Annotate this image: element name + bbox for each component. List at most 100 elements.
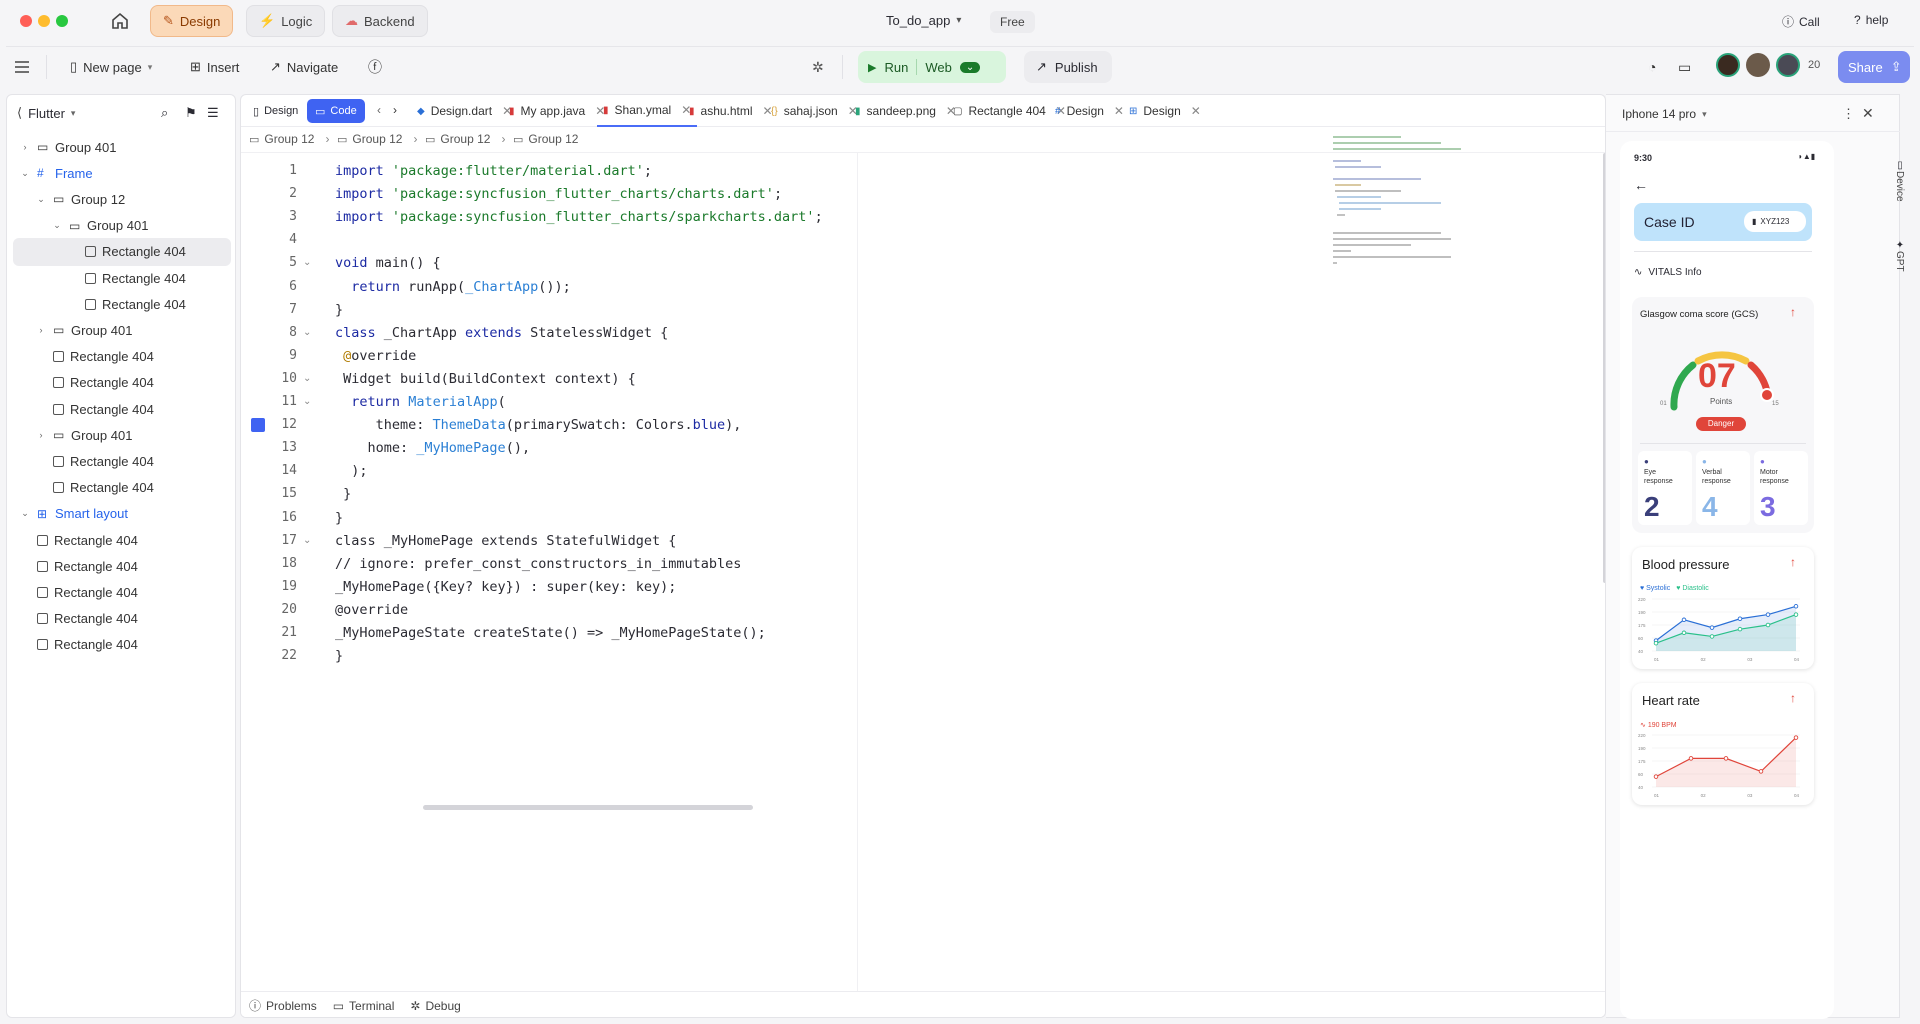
layer-row[interactable]: ⌄ ⊞ Smart layout [13,500,231,528]
new-page-button[interactable]: ▯ New page ▾ [70,55,152,79]
layer-row[interactable]: Rectangle 404 [13,605,231,633]
layer-row[interactable]: Rectangle 404 [13,631,231,659]
avatar[interactable] [1776,53,1800,77]
file-tab[interactable]: ⊞ Design ✕ [1123,95,1207,127]
code-line[interactable]: } [335,486,351,502]
filter-icon[interactable]: ☰ [207,105,219,121]
code-line[interactable]: return MaterialApp( [335,394,505,410]
layer-row[interactable]: › ▭ Group 401 [13,133,231,161]
help-button[interactable]: ? help [1854,13,1888,27]
fold-chevron-icon[interactable]: ⌄ [303,535,311,546]
code-line[interactable]: void main() { [335,255,441,271]
breadcrumb-item[interactable]: ▭ Group 12 › [425,132,505,146]
call-button[interactable]: ⓘ Call [1782,13,1820,30]
code-line[interactable]: _MyHomePage({Key? key}) : super(key: key… [335,579,676,595]
code-line[interactable]: theme: ThemeData(primarySwatch: Colors.b… [335,417,742,433]
more-options-icon[interactable]: ⋮ [1842,106,1855,122]
layer-row[interactable]: › ▭ Group 401 [13,316,231,344]
layer-row[interactable]: Rectangle 404 [13,237,231,266]
chevron-down-icon[interactable]: ⌄ [19,508,31,519]
framework-selector[interactable]: ⟨ Flutter ▾ [17,105,75,121]
chevron-down-icon[interactable]: ⌄ [35,194,47,205]
layer-row[interactable]: ⌄ # Frame [13,159,231,187]
chevron-right-icon[interactable]: › [19,142,31,152]
chevron-right-icon[interactable]: › [35,325,47,335]
chevron-down-icon[interactable]: ⌄ [19,168,31,179]
view-code-toggle[interactable]: ▭ Code [307,99,365,123]
layer-row[interactable]: Rectangle 404 [13,264,231,292]
fold-chevron-icon[interactable]: ⌄ [303,373,311,384]
code-line[interactable]: _MyHomePageState createState() => _MyHom… [335,625,766,641]
menu-icon[interactable] [14,55,30,79]
layer-row[interactable]: Rectangle 404 [13,526,231,554]
avatar[interactable] [1746,53,1770,77]
code-line[interactable]: class _MyHomePage extends StatefulWidget… [335,533,676,549]
layer-row[interactable]: ⌄ ▭ Group 12 [13,185,231,213]
share-button[interactable]: Share ⇪ [1838,51,1910,83]
avatar[interactable] [1716,53,1740,77]
fold-chevron-icon[interactable]: ⌄ [303,327,311,338]
comment-icon[interactable]: ▭ [1678,55,1691,79]
nav-forward-icon[interactable]: › [393,103,397,117]
code-line[interactable]: Widget build(BuildContext context) { [335,371,636,387]
layer-row[interactable]: Rectangle 404 [13,578,231,606]
code-line[interactable]: ); [335,463,367,479]
code-line[interactable]: class _ChartApp extends StatelessWidget … [335,325,668,341]
layer-row[interactable]: › ▭ Group 401 [13,421,231,449]
layer-row[interactable]: Rectangle 404 [13,474,231,502]
mode-design-button[interactable]: ✎ Design [150,5,234,37]
code-line[interactable]: home: _MyHomePage(), [335,440,531,456]
layer-row[interactable]: Rectangle 404 [13,290,231,318]
horizontal-scrollbar[interactable] [423,805,753,810]
debug-button[interactable]: ✲ Debug [410,999,460,1013]
project-selector[interactable]: To_do_app ▾ [886,13,961,28]
code-line[interactable]: } [335,510,343,526]
file-tab[interactable]: ▮ My app.java ✕ [503,95,611,127]
breadcrumb-item[interactable]: ▭ Group 12 › [249,132,329,146]
headset-icon[interactable]: ◔ [1648,55,1656,79]
window-close-button[interactable] [20,15,32,27]
search-icon[interactable]: ⌕ [161,105,168,121]
file-tab[interactable]: ▮ sandeep.png ✕ [849,95,962,127]
layer-row[interactable]: ⌄ ▭ Group 401 [13,212,231,240]
code-line[interactable]: @override [335,602,408,618]
fold-chevron-icon[interactable]: ⌄ [303,257,311,268]
breadcrumb-item[interactable]: ▭ Group 12 [513,132,578,146]
terminal-button[interactable]: ▭ Terminal [333,999,395,1013]
breadcrumb-item[interactable]: ▭ Group 12 › [337,132,417,146]
bug-icon[interactable]: ✲ [812,55,824,79]
window-maximize-button[interactable] [56,15,68,27]
layer-row[interactable]: Rectangle 404 [13,343,231,371]
code-line[interactable]: // ignore: prefer_const_constructors_in_… [335,556,741,572]
code-line[interactable]: } [335,302,343,318]
insert-button[interactable]: ⊞ Insert [190,55,239,79]
run-button[interactable]: ▶ Run Web ⌄ [858,51,1006,83]
file-tab[interactable]: # Design ✕ [1049,95,1130,127]
layer-row[interactable]: Rectangle 404 [13,369,231,397]
view-design-toggle[interactable]: ▯ Design [247,100,304,122]
close-icon[interactable]: ✕ [1862,105,1874,122]
device-selector[interactable]: Iphone 14 pro ▾ [1622,107,1707,121]
code-minimap[interactable] [1331,133,1471,283]
bookmark-icon[interactable]: ⚑ [185,105,197,121]
device-tab[interactable]: ▯ Device [1890,160,1910,222]
fold-chevron-icon[interactable]: ⌄ [303,396,311,407]
breakpoint-marker[interactable] [251,418,265,433]
chevron-right-icon[interactable]: › [35,430,47,440]
code-line[interactable]: return runApp(_ChartApp()); [335,279,570,295]
nav-back-icon[interactable]: ‹ [377,103,381,117]
close-tab-icon[interactable]: ✕ [1191,104,1201,118]
gpt-tab[interactable]: ✦ GPT [1890,240,1910,290]
code-line[interactable]: import 'package:syncfusion_flutter_chart… [335,209,823,225]
problems-button[interactable]: ⓘ Problems [249,997,317,1014]
publish-button[interactable]: ↗ Publish [1024,51,1112,83]
mode-backend-button[interactable]: ☁ Backend [332,5,428,37]
layer-row[interactable]: Rectangle 404 [13,447,231,475]
layer-row[interactable]: Rectangle 404 [13,395,231,423]
home-icon[interactable] [110,11,130,34]
collaborator-count[interactable]: 20 [1808,59,1820,71]
navigate-button[interactable]: ↗ Navigate [270,55,338,79]
window-minimize-button[interactable] [38,15,50,27]
code-line[interactable]: @override [335,348,416,364]
figma-icon[interactable]: ⓕ [368,55,382,79]
